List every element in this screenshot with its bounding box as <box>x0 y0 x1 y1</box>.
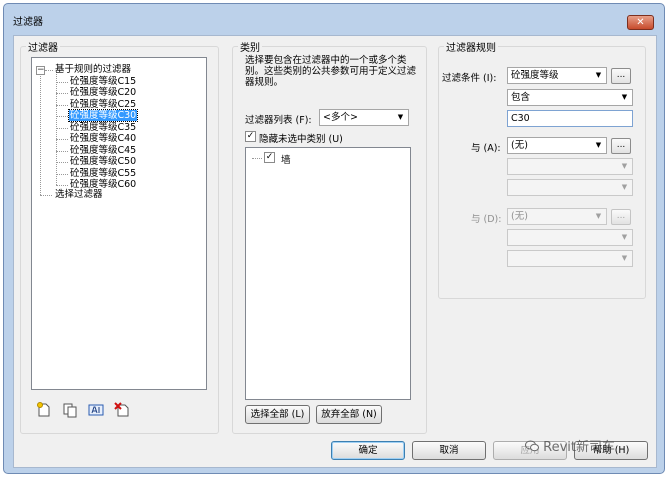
dialog-client-area: 过滤器 − 基于规则的过滤器 砼强度等级C15 砼强度等级C20 砼强度等级C2… <box>13 35 657 468</box>
window-title: 过滤器 <box>13 17 43 28</box>
tree-node-selection-filter[interactable]: 选择过滤器 <box>54 189 104 201</box>
and-operator-dropdown-2[interactable]: ▼ <box>507 229 633 246</box>
category-label-wall: 墙 <box>281 155 291 166</box>
and-label-1: 与 (A): <box>471 143 501 154</box>
close-icon: ✕ <box>636 17 645 28</box>
hide-unchecked-label: 隐藏未选中类别 (U) <box>259 134 343 145</box>
deselect-all-button[interactable]: 放弃全部 (N) <box>316 405 382 424</box>
tree-root-line <box>40 70 41 195</box>
collapse-icon[interactable]: − <box>36 66 45 75</box>
chevron-down-icon: ▼ <box>397 113 404 121</box>
chevron-down-icon: ▼ <box>595 141 602 149</box>
chevron-down-icon: ▼ <box>595 71 602 79</box>
parameter-browse-button[interactable]: ... <box>611 68 631 84</box>
chevron-down-icon: ▼ <box>595 212 602 220</box>
and-browse-button-1[interactable]: ... <box>611 138 631 154</box>
and-label-2: 与 (D): <box>471 214 502 225</box>
hide-unchecked-checkbox[interactable]: ✓ <box>245 131 256 142</box>
filter-tree[interactable]: − 基于规则的过滤器 砼强度等级C15 砼强度等级C20 砼强度等级C25 砼强… <box>31 57 207 390</box>
categories-group-label: 类别 <box>238 39 262 54</box>
new-filter-icon[interactable] <box>36 402 52 418</box>
and-value-dropdown-1[interactable]: ▼ <box>507 179 633 196</box>
watermark: Revit新司车 <box>525 436 615 455</box>
filter-list-dropdown[interactable]: <多个> ▼ <box>319 109 409 126</box>
and-parameter-dropdown-1[interactable]: (无) ▼ <box>507 137 607 154</box>
delete-filter-icon[interactable] <box>114 402 130 418</box>
tree-item-filter-selected[interactable]: 砼强度等级C30 <box>67 109 139 122</box>
tree-item-filter[interactable]: 砼强度等级C20 <box>69 87 137 99</box>
filter-list-label: 过滤器列表 (F): <box>245 115 312 126</box>
chevron-down-icon: ▼ <box>621 93 628 101</box>
chevron-down-icon: ▼ <box>621 183 628 191</box>
chevron-down-icon: ▼ <box>621 233 628 241</box>
filters-group-label: 过滤器 <box>26 39 60 54</box>
title-bar: 过滤器 ✕ <box>4 4 664 30</box>
and-parameter-dropdown-2[interactable]: (无) ▼ <box>507 208 607 225</box>
rule-value-input[interactable]: C30 <box>507 110 633 127</box>
filter-rules-group-label: 过滤器规则 <box>444 39 498 54</box>
select-all-button[interactable]: 选择全部 (L) <box>245 405 310 424</box>
filters-dialog: 过滤器 ✕ 过滤器 − 基于规则的过滤器 砼强度等级C15 砼强度等级C20 砼… <box>3 3 665 474</box>
chevron-down-icon: ▼ <box>621 254 628 262</box>
and-value-dropdown-2[interactable]: ▼ <box>507 250 633 267</box>
operator-dropdown[interactable]: 包含 ▼ <box>507 89 633 106</box>
parameter-dropdown[interactable]: 砼强度等级 ▼ <box>507 67 607 84</box>
and-operator-dropdown-1[interactable]: ▼ <box>507 158 633 175</box>
category-checkbox-wall[interactable]: ✓ <box>264 152 275 163</box>
category-list[interactable]: ✓ 墙 <box>245 147 411 400</box>
duplicate-filter-icon[interactable] <box>62 402 78 418</box>
wechat-icon <box>525 440 539 452</box>
tree-item-filter[interactable]: 砼强度等级C40 <box>69 133 137 145</box>
and-browse-button-2[interactable]: ... <box>611 209 631 225</box>
tree-item-filter[interactable]: 砼强度等级C50 <box>69 156 137 168</box>
close-button[interactable]: ✕ <box>627 15 654 30</box>
filter-by-label: 过滤条件 (I): <box>442 73 497 84</box>
rename-filter-icon[interactable] <box>88 402 104 418</box>
chevron-down-icon: ▼ <box>621 162 628 170</box>
tree-node-rule-based[interactable]: 基于规则的过滤器 <box>54 64 132 76</box>
cancel-button[interactable]: 取消 <box>412 441 486 460</box>
ok-button[interactable]: 确定 <box>331 441 405 460</box>
categories-description: 选择要包含在过滤器中的一个或多个类别。这些类别的公共参数可用于定义过滤器规则。 <box>245 55 417 88</box>
